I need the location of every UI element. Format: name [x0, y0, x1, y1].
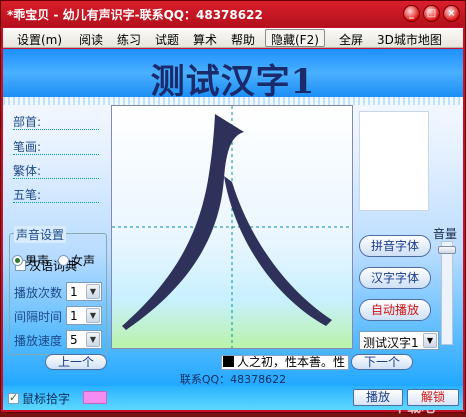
sound-settings-group: 声音设置 男声 女声 播放次数 1 ▼ 间隔时间 1 ▼ 播放速度 5 ▼	[9, 226, 107, 355]
play-button[interactable]: 播放	[353, 389, 403, 406]
mouse-pick-checkbox[interactable]: 鼠标拾字	[8, 390, 70, 407]
headline-banner: 测试汉字1	[3, 49, 463, 102]
contact-info: 联系QQ：48378622	[179, 373, 287, 386]
close-button[interactable]: ×	[443, 5, 460, 22]
interval-select[interactable]: 1 ▼	[66, 306, 102, 325]
app-window: *乖宝贝 - 幼儿有声识字-联系QQ：48378622 _ □ × 设置(m) …	[0, 0, 466, 416]
strokes-value-line	[13, 154, 99, 155]
title-bar[interactable]: *乖宝贝 - 幼儿有声识字-联系QQ：48378622 _ □ ×	[1, 1, 465, 27]
main-area: 测试汉字1 部首: 笔画: 繁体: 五笔: 汉语词典 声音设置 男声 女声 播放…	[3, 49, 463, 416]
autoplay-button[interactable]: 自动播放	[359, 299, 431, 321]
male-radio[interactable]	[12, 255, 23, 266]
chevron-down-icon[interactable]: ▼	[86, 332, 100, 347]
next-button[interactable]: 下一个	[351, 354, 413, 370]
mouse-pick-label: 鼠标拾字	[22, 392, 71, 406]
voice-female-option[interactable]: 女声	[58, 252, 95, 269]
traditional-label: 繁体:	[13, 164, 42, 178]
volume-slider-track[interactable]	[441, 241, 453, 345]
maximize-icon: □	[426, 8, 437, 19]
volume-slider-thumb[interactable]	[438, 245, 456, 254]
menu-fullscreen[interactable]: 全屏	[339, 31, 363, 48]
preview-box	[359, 111, 429, 211]
hanzi-font-button[interactable]: 汉字字体	[359, 267, 431, 289]
unlock-button[interactable]: 解锁	[407, 389, 459, 406]
sound-settings-title: 声音设置	[14, 226, 67, 243]
minimize-icon: _	[409, 8, 414, 19]
traditional-value-line	[13, 178, 99, 179]
pinyin-font-button[interactable]: 拼音字体	[359, 235, 431, 257]
maximize-button[interactable]: □	[423, 5, 440, 22]
close-icon: ×	[447, 8, 456, 19]
male-label: 男声	[25, 254, 50, 268]
minimize-button[interactable]: _	[403, 5, 420, 22]
character-canvas[interactable]	[111, 105, 353, 349]
female-radio[interactable]	[58, 255, 69, 266]
wubi-label: 五笔:	[13, 188, 42, 202]
menu-settings[interactable]: 设置(m)	[17, 31, 62, 48]
play-count-value: 1	[70, 285, 78, 299]
radical-value-line	[13, 129, 99, 130]
word-set-value: 测试汉字1	[363, 336, 419, 350]
word-set-select[interactable]: 测试汉字1 ▼	[359, 331, 439, 350]
chevron-down-icon[interactable]: ▼	[86, 284, 100, 299]
voice-male-option[interactable]: 男声	[12, 252, 49, 269]
ticker-marker	[223, 356, 234, 367]
radical-label: 部首:	[13, 115, 42, 129]
stroke-na	[224, 176, 332, 326]
menu-3d-city-map[interactable]: 3D城市地图	[377, 31, 442, 48]
menu-bar: 设置(m) 阅读 练习 试题 算术 帮助 隐藏(F2) 全屏 3D城市地图	[3, 28, 463, 48]
female-label: 女声	[71, 254, 96, 268]
menu-read[interactable]: 阅读	[79, 31, 103, 48]
volume-label: 音量	[433, 227, 458, 241]
verse-ticker: 人之初，性本善。性	[221, 355, 349, 370]
speed-select[interactable]: 5 ▼	[66, 330, 102, 349]
character-glyph	[112, 106, 352, 348]
speed-value: 5	[70, 333, 78, 347]
bottom-bar: 鼠标拾字 播放 解锁	[3, 386, 463, 410]
wubi-value-line	[13, 202, 99, 203]
menu-practice[interactable]: 练习	[117, 31, 141, 48]
stroke-pie	[122, 114, 244, 330]
window-title: *乖宝贝 - 幼儿有声识字-联系QQ：48378622	[7, 8, 263, 22]
chevron-down-icon[interactable]: ▼	[423, 333, 437, 348]
play-count-label: 播放次数	[14, 286, 63, 300]
menu-quiz[interactable]: 试题	[155, 31, 179, 48]
prev-button[interactable]: 上一个	[45, 354, 107, 370]
menu-arithmetic[interactable]: 算术	[193, 31, 217, 48]
mouse-pick-checkbox-box[interactable]	[8, 391, 19, 404]
verse-text: 人之初，性本善。性	[237, 355, 346, 369]
decorative-divider	[3, 97, 463, 105]
speed-label: 播放速度	[14, 334, 63, 348]
strokes-label: 笔画:	[13, 140, 42, 154]
headline-text: 测试汉字1	[150, 62, 316, 102]
menu-help[interactable]: 帮助	[231, 31, 255, 48]
interval-value: 1	[70, 309, 78, 323]
play-count-select[interactable]: 1 ▼	[66, 282, 102, 301]
chevron-down-icon[interactable]: ▼	[86, 308, 100, 323]
menu-hide[interactable]: 隐藏(F2)	[265, 29, 325, 47]
interval-label: 间隔时间	[14, 310, 63, 324]
highlight-color-swatch[interactable]	[83, 391, 107, 404]
